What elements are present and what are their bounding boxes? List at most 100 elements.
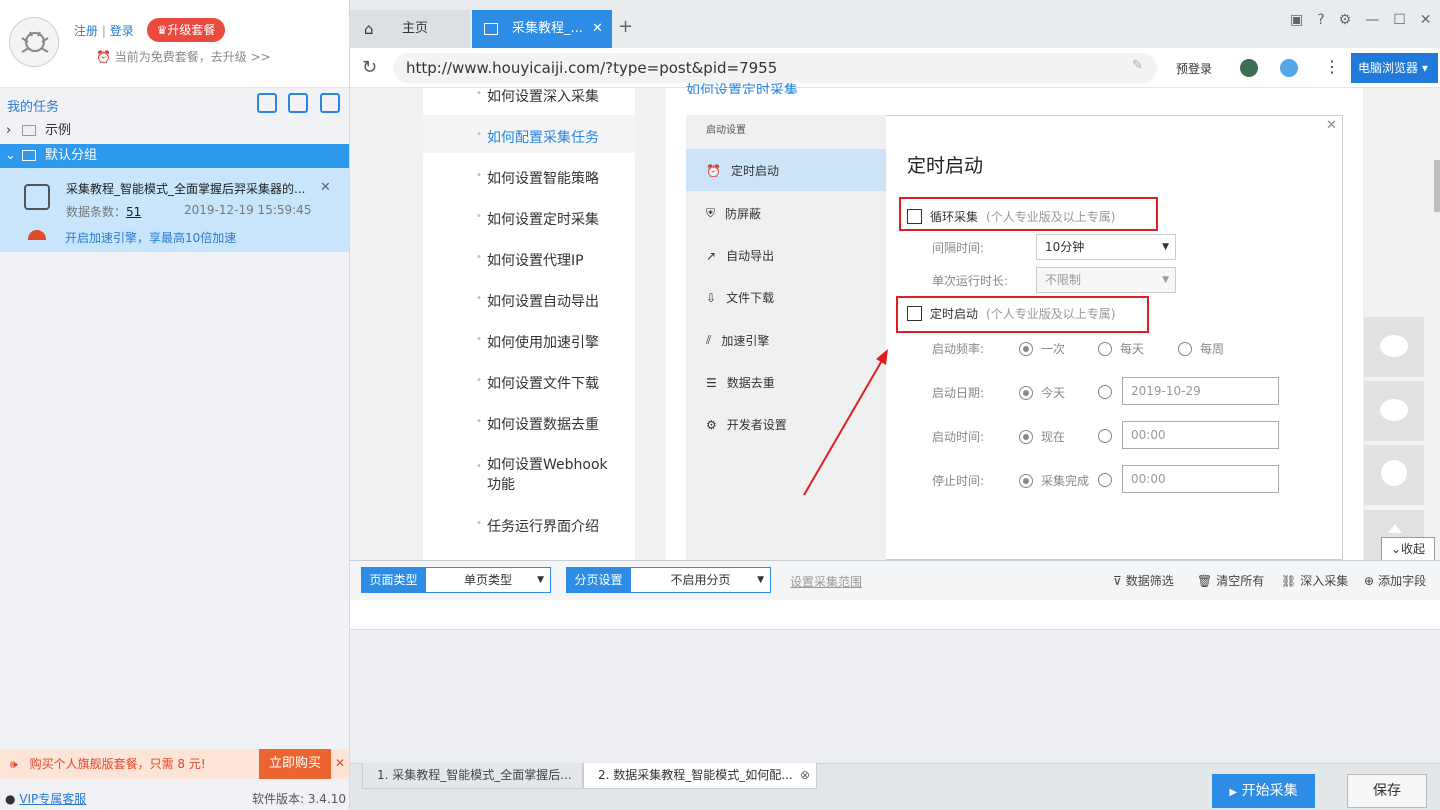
time-custom-radio[interactable] <box>1098 428 1112 443</box>
gear-icon[interactable]: ⚙ <box>1339 12 1352 28</box>
menu-item[interactable]: 如何设置智能策略 <box>476 168 599 188</box>
deep-collect-button[interactable]: ⛓ 深入采集 <box>1281 572 1348 589</box>
qq-icon: ● <box>5 792 16 806</box>
speedup-link[interactable]: 开启加速引擎，享最高10倍加速 <box>65 229 236 246</box>
more-icon[interactable]: ⋮ <box>1324 57 1340 76</box>
menu-item[interactable]: 如何设置深入采集 <box>476 86 599 106</box>
maximize-icon[interactable]: ☐ <box>1393 12 1406 28</box>
option-label: 每周 <box>1200 342 1225 356</box>
group-label: 示例 <box>45 123 72 138</box>
register-link[interactable]: 注册 <box>74 24 98 38</box>
page-type-select[interactable]: 单页类型 ▼ <box>425 567 551 593</box>
close-dialog-icon[interactable]: ✕ <box>1326 118 1337 133</box>
loop-checkbox[interactable] <box>907 209 922 224</box>
menu-item[interactable]: 如何使用加速引擎 <box>476 332 599 352</box>
buy-now-button[interactable]: 立即购买 <box>259 749 331 779</box>
upgrade-button[interactable]: ♛升级套餐 <box>147 18 225 42</box>
add-task-icon[interactable] <box>288 93 308 113</box>
group-default[interactable]: ⌄ 默认分组 <box>0 144 349 168</box>
crown-icon: ♛ <box>156 23 168 37</box>
nav-auto-export[interactable]: ↗ 自动导出 <box>706 247 774 264</box>
baidu-share-icon[interactable] <box>1364 445 1424 505</box>
task-tab-2[interactable]: 2. 数据采集教程_智能模式_如何配... ⊗ <box>583 763 817 789</box>
date-today[interactable]: 今天 <box>1019 384 1065 401</box>
tab-tutorial[interactable]: 采集教程_... ✕ <box>472 10 612 48</box>
paging-select[interactable]: 不启用分页 ▼ <box>630 567 771 593</box>
nav-dedup[interactable]: ☰ 数据去重 <box>706 374 775 391</box>
minimize-icon[interactable]: — <box>1365 12 1379 28</box>
plugin-icon[interactable] <box>1280 59 1298 77</box>
gift-icon[interactable]: ▣ <box>1290 12 1303 28</box>
data-filter-button[interactable]: ⊽ 数据筛选 <box>1113 572 1174 589</box>
menu-item[interactable]: 如何设置代理IP <box>476 250 584 270</box>
group-example[interactable]: › 示例 <box>0 119 349 143</box>
stop-custom-radio[interactable] <box>1098 472 1112 487</box>
menu-item-active[interactable]: 如何配置采集任务 <box>476 127 599 147</box>
close-window-icon[interactable]: ✕ <box>1420 12 1432 28</box>
freq-once[interactable]: 一次 <box>1019 340 1065 357</box>
menu-item[interactable]: 任务运行界面介绍 <box>476 516 599 536</box>
search-task-icon[interactable] <box>320 93 340 113</box>
interval-select[interactable]: 10分钟 ▼ <box>1036 234 1176 260</box>
extension-icon[interactable] <box>1240 59 1258 77</box>
account-header: 注册 | 登录 ♛升级套餐 ⏰ 当前为免费套餐，去升级 >> <box>0 0 349 88</box>
radio <box>1019 385 1033 400</box>
nav-anti-block[interactable]: ⛨ 防屏蔽 <box>706 205 761 222</box>
url-input[interactable]: http://www.houyicaiji.com/?type=post&pid… <box>393 53 1157 83</box>
new-tab-icon[interactable]: + <box>618 16 633 37</box>
set-range-link[interactable]: 设置采集范围 <box>790 573 862 590</box>
menu-item[interactable]: 如何设置自动导出 <box>476 291 599 311</box>
nav-file-download[interactable]: ⇩ 文件下载 <box>706 289 774 306</box>
menu-item[interactable]: 如何设置文件下载 <box>476 373 599 393</box>
tab-home[interactable]: ⌂ 主页 <box>350 10 470 48</box>
prelogin-button[interactable]: 预登录 <box>1176 60 1212 77</box>
login-link[interactable]: 登录 <box>110 24 134 38</box>
edit-icon[interactable]: ✎ <box>1132 58 1143 73</box>
save-button[interactable]: 保存 <box>1347 774 1427 808</box>
separator: | <box>101 24 106 38</box>
radio <box>1019 429 1033 444</box>
play-icon: ▶ <box>1229 787 1238 798</box>
refresh-icon[interactable]: ↻ <box>362 57 377 78</box>
timed-note: (个人专业版及以上专属) <box>986 307 1116 321</box>
start-collect-button[interactable]: ▶ 开始采集 <box>1212 774 1315 808</box>
import-task-icon[interactable] <box>257 93 277 113</box>
freq-weekly[interactable]: 每周 <box>1178 340 1224 357</box>
task-item[interactable]: 采集教程_智能模式_全面掌握后羿采集器的... ✕ 数据条数：51 2019-1… <box>0 168 349 252</box>
plan-hint[interactable]: ⏰ 当前为免费套餐，去升级 >> <box>96 48 271 65</box>
timed-checkbox[interactable] <box>907 306 922 321</box>
folder-icon <box>22 125 36 136</box>
page-type-value: 单页类型 <box>463 573 512 587</box>
wechat-share-icon[interactable] <box>1364 317 1424 377</box>
tab-label: 主页 <box>402 21 429 36</box>
vip-service-link[interactable]: VIP专属客服 <box>19 792 86 806</box>
date-input[interactable]: 2019-10-29 <box>1122 377 1279 405</box>
stop-input[interactable]: 00:00 <box>1122 465 1279 493</box>
date-custom-radio[interactable] <box>1098 384 1112 399</box>
nav-developer[interactable]: ⚙ 开发者设置 <box>706 416 787 433</box>
stop-on-finish[interactable]: 采集完成 <box>1019 472 1089 489</box>
time-now[interactable]: 现在 <box>1019 428 1065 445</box>
clear-all-button[interactable]: 🗑 清空所有 <box>1197 572 1264 589</box>
pc-browser-select[interactable]: 电脑浏览器 ▾ <box>1351 53 1438 83</box>
single-run-select[interactable]: 不限制 ▼ <box>1036 267 1176 293</box>
nav-accelerate[interactable]: ⫽ 加速引擎 <box>706 332 769 349</box>
data-count[interactable]: 51 <box>126 205 141 219</box>
close-circle-icon[interactable]: ⊗ <box>800 763 810 787</box>
scrollbar-thumb[interactable] <box>1434 160 1440 212</box>
help-icon[interactable]: ? <box>1317 12 1324 28</box>
close-tab-icon[interactable]: ✕ <box>592 10 603 48</box>
close-icon[interactable]: ✕ <box>320 180 331 195</box>
task-tab-1[interactable]: 1. 采集教程_智能模式_全面掌握后... <box>362 763 583 789</box>
freq-daily[interactable]: 每天 <box>1098 340 1144 357</box>
menu-item[interactable]: 如何设置数据去重 <box>476 414 599 434</box>
avatar[interactable] <box>9 17 59 67</box>
close-promo-icon[interactable]: ✕ <box>335 756 345 770</box>
collapse-button[interactable]: ⌄收起 <box>1381 537 1435 561</box>
menu-item[interactable]: 如何设置定时采集 <box>476 209 599 229</box>
nav-timed-start[interactable]: ⏰ 定时启动 <box>706 162 779 179</box>
menu-item[interactable]: 如何设置Webhook功能 <box>476 455 617 495</box>
add-field-button[interactable]: ⊕ 添加字段 <box>1364 572 1426 589</box>
weibo-share-icon[interactable] <box>1364 381 1424 441</box>
time-input[interactable]: 00:00 <box>1122 421 1279 449</box>
